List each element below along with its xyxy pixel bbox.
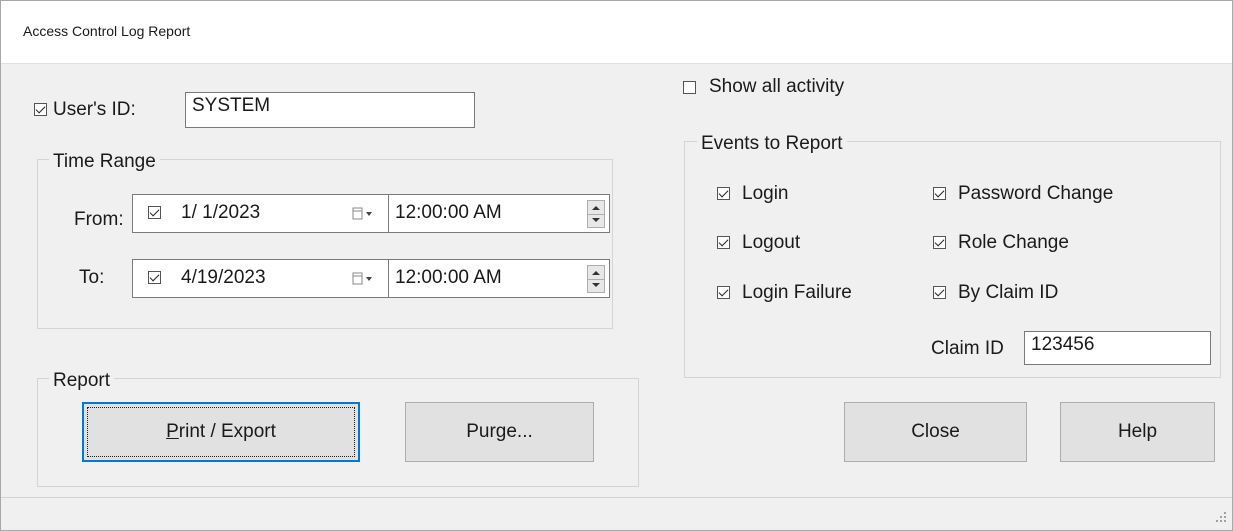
from-time-picker[interactable]: 12:00:00 AM <box>388 194 610 233</box>
by-claim-id-checkbox[interactable] <box>933 286 946 299</box>
to-date-value: 4/19/2023 <box>181 267 266 288</box>
dialog-window: Access Control Log Report User's ID: SYS… <box>0 0 1233 531</box>
time-range-title: Time Range <box>49 151 160 173</box>
to-time-picker[interactable]: 12:00:00 AM <box>388 259 610 298</box>
show-all-activity-label: Show all activity <box>709 76 845 97</box>
to-label: To: <box>79 267 105 288</box>
users-id-input[interactable]: SYSTEM <box>185 92 475 128</box>
login-failure-label: Login Failure <box>742 282 852 303</box>
login-failure-checkbox[interactable] <box>717 286 730 299</box>
role-change-checkbox[interactable] <box>933 236 946 249</box>
from-time-value: 12:00:00 AM <box>395 202 502 223</box>
spin-up-icon[interactable] <box>592 206 600 210</box>
window-title: Access Control Log Report <box>23 23 191 39</box>
login-label: Login <box>742 183 789 204</box>
role-change-label: Role Change <box>958 232 1069 253</box>
password-change-label: Password Change <box>958 183 1114 204</box>
to-time-value: 12:00:00 AM <box>395 267 502 288</box>
print-export-button[interactable]: Print / Export <box>82 402 360 462</box>
resize-grip-icon[interactable] <box>1214 512 1228 526</box>
report-title: Report <box>49 370 115 392</box>
from-time-spinner[interactable] <box>587 200 605 228</box>
spin-down-icon[interactable] <box>592 218 600 222</box>
close-button[interactable]: Close <box>844 402 1027 462</box>
spin-down-icon[interactable] <box>592 283 600 287</box>
from-date-value: 1/ 1/2023 <box>181 202 261 223</box>
time-range-group <box>37 159 613 329</box>
calendar-dropdown-icon[interactable] <box>352 272 374 286</box>
claim-id-input[interactable]: 123456 <box>1024 331 1211 365</box>
help-button[interactable]: Help <box>1060 402 1215 462</box>
by-claim-id-label: By Claim ID <box>958 282 1059 303</box>
title-bar: Access Control Log Report <box>1 1 1232 64</box>
to-date-picker[interactable]: 4/19/2023 <box>132 259 389 298</box>
from-label: From: <box>74 209 124 230</box>
calendar-dropdown-icon[interactable] <box>352 207 374 221</box>
from-date-picker[interactable]: 1/ 1/2023 <box>132 194 389 233</box>
from-date-checkbox[interactable] <box>148 206 161 219</box>
logout-checkbox[interactable] <box>717 236 730 249</box>
events-title: Events to Report <box>697 133 847 155</box>
logout-label: Logout <box>742 232 801 253</box>
claim-id-label: Claim ID <box>931 338 1004 359</box>
login-checkbox[interactable] <box>717 187 730 200</box>
purge-button[interactable]: Purge... <box>405 402 594 462</box>
to-date-checkbox[interactable] <box>148 271 161 284</box>
users-id-checkbox[interactable] <box>34 103 47 116</box>
to-time-spinner[interactable] <box>587 265 605 293</box>
users-id-label: User's ID: <box>53 99 136 120</box>
show-all-activity-checkbox[interactable] <box>683 81 696 94</box>
password-change-checkbox[interactable] <box>933 187 946 200</box>
spin-up-icon[interactable] <box>592 271 600 275</box>
status-bar <box>1 497 1232 530</box>
